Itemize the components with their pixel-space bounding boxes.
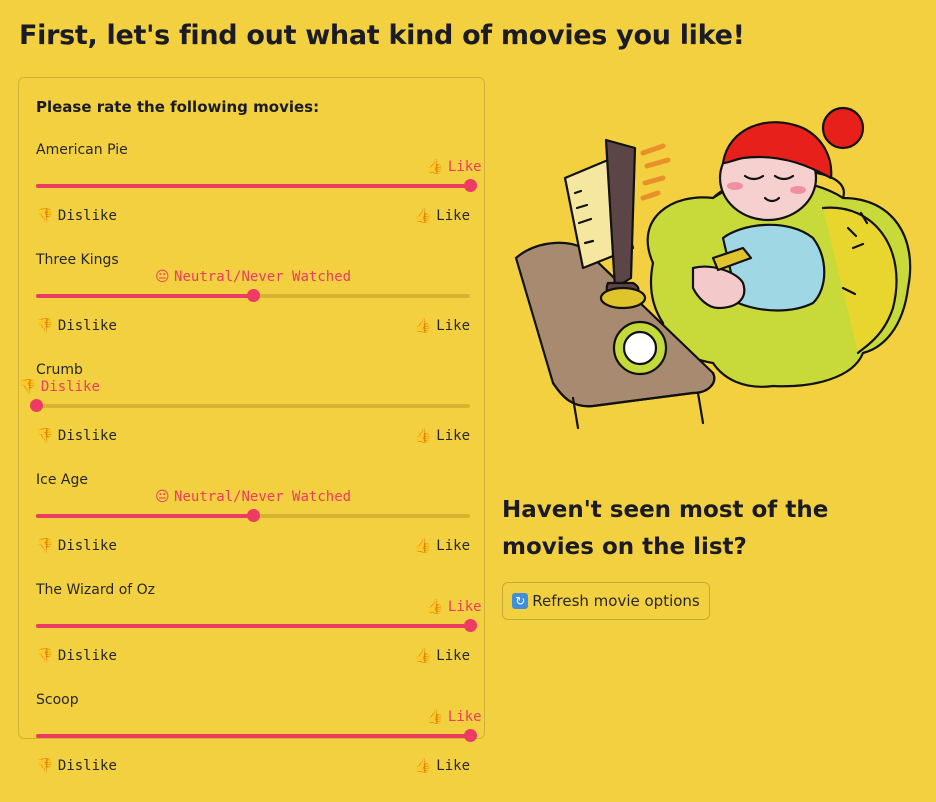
slider-thumb[interactable]	[247, 509, 260, 522]
movie-title: Scoop	[36, 692, 79, 708]
slider-max-label: 👍 Like	[414, 208, 470, 224]
slider-min-text: Dislike	[57, 208, 117, 224]
slider-min-label: 👎 Dislike	[36, 208, 117, 224]
rating-slider[interactable]	[36, 729, 477, 742]
refresh-icon: ↻	[512, 593, 529, 609]
slider-value-label: 👍 Like	[426, 159, 482, 175]
slider-min-text: Dislike	[57, 648, 117, 664]
thumbs-down-icon: 👎	[36, 208, 58, 224]
slider-max-label: 👍 Like	[414, 538, 470, 554]
slider-value-label: 👎 Dislike	[19, 379, 100, 395]
rating-slider[interactable]	[36, 509, 470, 522]
slider-min-label: 👎 Dislike	[36, 758, 117, 774]
refresh-movies-button[interactable]: ↻ Refresh movie options	[502, 582, 710, 620]
thumbs-up-icon: 👍	[414, 208, 437, 224]
movie-rating-row: Crumb 👎 Dislike 👎 Dislike 👍 Like	[19, 362, 484, 472]
slider-value-label: 😐 Neutral/Never Watched	[155, 269, 351, 285]
slider-fill	[36, 184, 470, 188]
movie-rating-row: Three Kings 😐 Neutral/Never Watched 👎 Disl…	[19, 252, 484, 362]
slider-min-label: 👎 Dislike	[36, 648, 117, 664]
slider-min-text: Dislike	[57, 318, 117, 334]
slider-max-label: 👍 Like	[414, 318, 470, 334]
slider-value-label: 👍 Like	[426, 709, 482, 725]
page-title: First, let's find out what kind of movie…	[19, 20, 745, 51]
thumbs-down-icon: 👎	[36, 318, 58, 334]
slider-max-text: Like	[436, 758, 470, 774]
slider-fill	[36, 294, 253, 298]
slider-max-text: Like	[436, 208, 470, 224]
thumbs-up-icon: 👍	[414, 538, 437, 554]
slider-min-text: Dislike	[57, 758, 117, 774]
movie-title: Crumb	[36, 362, 83, 378]
slider-fill	[36, 734, 470, 738]
thumbs-up-icon: 👍	[426, 159, 448, 175]
slider-max-text: Like	[436, 648, 470, 664]
thumbs-down-icon: 👎	[36, 428, 58, 444]
slider-max-label: 👍 Like	[414, 428, 470, 444]
movie-title: American Pie	[36, 142, 128, 158]
slider-max-text: Like	[436, 428, 470, 444]
slider-thumb[interactable]	[30, 399, 43, 412]
slider-max-label: 👍 Like	[414, 648, 470, 664]
thumbs-down-icon: 👎	[36, 648, 58, 664]
person-watching-tv-illustration	[514, 106, 912, 430]
thumbs-up-icon: 👍	[426, 599, 448, 615]
neutral-face-icon: 😐	[155, 269, 175, 285]
movie-rating-row: Scoop 👍 Like 👎 Dislike 👍 Like	[19, 692, 484, 802]
thumbs-down-icon: 👎	[36, 538, 58, 554]
neutral-face-icon: 😐	[155, 489, 175, 505]
thumbs-up-icon: 👍	[426, 709, 448, 725]
slider-value-text: Neutral/Never Watched	[174, 489, 352, 505]
thumbs-up-icon: 👍	[414, 648, 437, 664]
thumbs-up-icon: 👍	[414, 318, 437, 334]
rating-slider[interactable]	[36, 289, 470, 302]
slider-fill	[36, 624, 470, 628]
slider-thumb[interactable]	[247, 289, 260, 302]
slider-max-text: Like	[436, 538, 470, 554]
rating-slider[interactable]	[30, 399, 470, 412]
slider-value-text: Neutral/Never Watched	[174, 269, 352, 285]
slider-value-text: Like	[447, 709, 482, 725]
slider-value-text: Like	[447, 599, 482, 615]
thumbs-up-icon: 👍	[414, 428, 437, 444]
slider-min-text: Dislike	[57, 428, 117, 444]
thumbs-down-icon: 👎	[36, 758, 58, 774]
rating-slider[interactable]	[36, 179, 477, 192]
movie-rating-row: Ice Age 😐 Neutral/Never Watched 👎 Dislike 👍…	[19, 472, 484, 582]
movie-title: The Wizard of Oz	[36, 582, 155, 598]
movie-title: Ice Age	[36, 472, 88, 488]
rating-heading: Please rate the following movies:	[36, 98, 320, 116]
movie-title: Three Kings	[36, 252, 119, 268]
refresh-button-label: Refresh movie options	[532, 592, 700, 610]
thumbs-down-icon: 👎	[19, 379, 41, 395]
slider-min-label: 👎 Dislike	[36, 318, 117, 334]
slider-value-text: Dislike	[40, 379, 100, 395]
refresh-prompt-heading: Haven't seen most of the movies on the l…	[502, 497, 829, 560]
slider-min-label: 👎 Dislike	[36, 538, 117, 554]
rating-form: Please rate the following movies: Americ…	[18, 77, 485, 774]
movie-rating-row: The Wizard of Oz 👍 Like 👎 Dislike 👍 Like	[19, 582, 484, 692]
thumbs-up-icon: 👍	[414, 758, 437, 774]
slider-fill	[36, 514, 253, 518]
slider-min-text: Dislike	[57, 538, 117, 554]
slider-thumb[interactable]	[464, 179, 477, 192]
slider-value-label: 😐 Neutral/Never Watched	[155, 489, 351, 505]
slider-min-label: 👎 Dislike	[36, 428, 117, 444]
slider-value-text: Like	[447, 159, 482, 175]
movie-rating-row: American Pie 👍 Like 👎 Dislike 👍 Like	[19, 142, 484, 252]
slider-value-label: 👍 Like	[426, 599, 482, 615]
slider-thumb[interactable]	[464, 729, 477, 742]
slider-max-label: 👍 Like	[414, 758, 470, 774]
slider-thumb[interactable]	[464, 619, 477, 632]
rating-slider[interactable]	[36, 619, 477, 632]
slider-max-text: Like	[436, 318, 470, 334]
